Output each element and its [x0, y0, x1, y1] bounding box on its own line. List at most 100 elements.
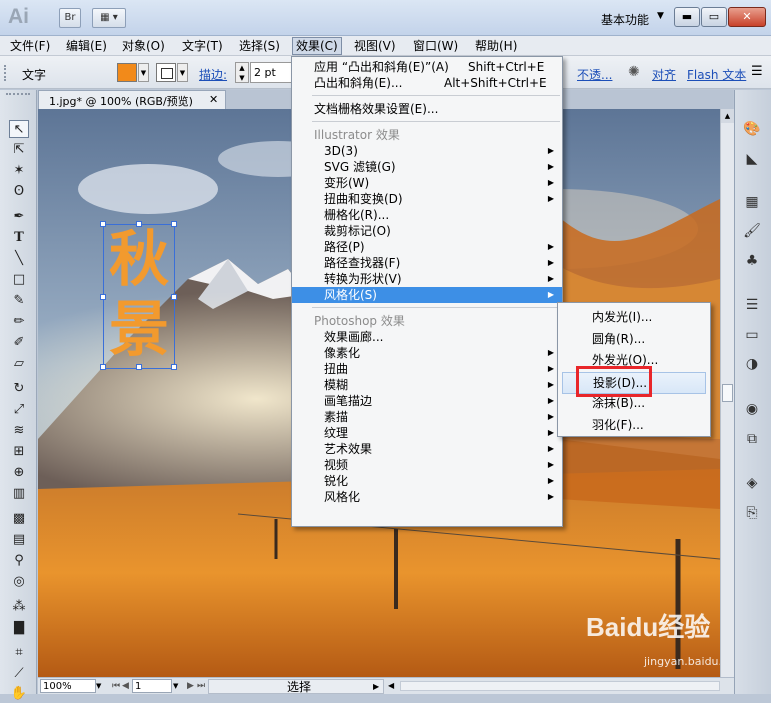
lasso-tool[interactable]: ʘ: [9, 183, 29, 201]
scale-tool[interactable]: ⤢: [9, 401, 29, 419]
menu-object[interactable]: 对象(O): [119, 38, 168, 54]
stroke-stepper[interactable]: ▲ ▼: [235, 62, 249, 83]
rectangle-tool[interactable]: □: [9, 271, 29, 289]
document-tab[interactable]: 1.jpg* @ 100% (RGB/预览) ✕: [38, 90, 226, 109]
transparency-icon[interactable]: ◑: [742, 355, 762, 373]
effect-menu-item[interactable]: 栅格化(R)...: [292, 207, 562, 223]
layers-icon[interactable]: ◈: [742, 474, 762, 492]
artboard-number-field[interactable]: 1: [132, 679, 172, 693]
effect-menu-item[interactable]: 模糊 ▶: [292, 377, 562, 393]
chevron-down-icon[interactable]: ▼: [177, 63, 188, 82]
scroll-up-arrow[interactable]: ▲: [721, 109, 734, 123]
grip-handle[interactable]: [4, 65, 8, 81]
status-menu-arrow[interactable]: ▶: [373, 680, 379, 694]
artboards-icon[interactable]: ⎘: [742, 504, 762, 522]
effect-menu-item[interactable]: 凸出和斜角(E)... Alt+Shift+Ctrl+E: [292, 75, 562, 91]
eyedropper-tool[interactable]: ⚲: [9, 552, 29, 570]
menu-select[interactable]: 选择(S): [236, 38, 283, 54]
line-tool[interactable]: ╲: [9, 250, 29, 268]
panel-grip[interactable]: [6, 93, 30, 97]
effect-menu-item[interactable]: 视频 ▶: [292, 457, 562, 473]
color-panel-icon[interactable]: 🎨: [742, 120, 762, 138]
stylize-menu-item[interactable]: 圆角(R)...: [558, 329, 710, 349]
effect-menu-item[interactable]: 路径(P) ▶: [292, 239, 562, 255]
effect-menu-item[interactable]: 扭曲 ▶: [292, 361, 562, 377]
align-link[interactable]: 对齐: [652, 66, 676, 83]
horizontal-scrollbar[interactable]: [400, 681, 720, 691]
stroke-panel-icon[interactable]: ☰: [742, 296, 762, 314]
bridge-button[interactable]: Br: [59, 8, 81, 28]
direct-selection-tool[interactable]: ⇱: [9, 141, 29, 159]
slice-tool[interactable]: ⟋: [9, 665, 29, 683]
effect-menu-item[interactable]: 画笔描边 ▶: [292, 393, 562, 409]
effect-menu-item[interactable]: 风格化 ▶: [292, 489, 562, 505]
menu-help[interactable]: 帮助(H): [472, 38, 520, 54]
menu-view[interactable]: 视图(V): [351, 38, 399, 54]
scroll-left-arrow[interactable]: ◀: [388, 679, 400, 693]
blend-tool[interactable]: ◎: [9, 573, 29, 591]
paintbrush-tool[interactable]: ✎: [9, 292, 29, 310]
perspective-grid-tool[interactable]: ▥: [9, 485, 29, 503]
menu-file[interactable]: 文件(F): [7, 38, 53, 54]
flash-text-link[interactable]: Flash 文本: [687, 66, 746, 83]
chevron-down-icon[interactable]: ▼: [657, 11, 664, 21]
zoom-field[interactable]: 100%: [40, 679, 96, 693]
effect-menu-item[interactable]: 变形(W) ▶: [292, 175, 562, 191]
minimize-button[interactable]: ▬: [674, 7, 700, 27]
pen-tool[interactable]: ✒: [9, 208, 29, 226]
status-info[interactable]: 选择 ▶: [208, 679, 384, 694]
hand-tool[interactable]: ✋: [9, 685, 29, 703]
warp-tool[interactable]: ≋: [9, 422, 29, 440]
vertical-scrollbar[interactable]: ▲: [720, 109, 734, 677]
effect-menu-item[interactable]: 像素化 ▶: [292, 345, 562, 361]
swatches-icon[interactable]: ▦: [742, 193, 762, 211]
last-artboard-icon[interactable]: ⏭: [197, 679, 205, 694]
gradient-panel-icon[interactable]: ▭: [742, 326, 762, 344]
magic-wand-tool[interactable]: ✶: [9, 162, 29, 180]
gradient-tool[interactable]: ▤: [9, 531, 29, 549]
next-artboard-icon[interactable]: ▶: [187, 679, 194, 694]
previous-artboard-icon[interactable]: ◀: [122, 679, 129, 694]
chevron-down-icon[interactable]: ▼: [138, 63, 149, 82]
selection-tool[interactable]: ↖: [9, 120, 29, 138]
arrange-documents-button[interactable]: ▦ ▾: [92, 8, 126, 28]
effect-menu-item[interactable]: 3D(3) ▶: [292, 143, 562, 159]
effect-menu-item[interactable]: 转换为形状(V) ▶: [292, 271, 562, 287]
effect-menu-item[interactable]: 扭曲和变换(D) ▶: [292, 191, 562, 207]
symbol-sprayer-tool[interactable]: ⁂: [9, 598, 29, 616]
close-button[interactable]: ✕: [728, 7, 766, 27]
chevron-down-icon[interactable]: ▼: [96, 679, 101, 694]
first-artboard-icon[interactable]: ⏮: [112, 679, 120, 694]
opacity-link[interactable]: 不透...: [577, 66, 612, 83]
effect-menu-item[interactable]: 素描 ▶: [292, 409, 562, 425]
effect-menu-item[interactable]: 路径查找器(F) ▶: [292, 255, 562, 271]
close-tab-icon[interactable]: ✕: [209, 93, 218, 106]
effect-menu-item[interactable]: 锐化 ▶: [292, 473, 562, 489]
restore-button[interactable]: ▭: [701, 7, 727, 27]
column-graph-tool[interactable]: ▇: [9, 619, 29, 637]
stroke-weight-field[interactable]: 2 pt: [250, 62, 294, 83]
chevron-down-icon[interactable]: ▼: [173, 679, 178, 694]
effect-menu-item[interactable]: 风格化(S) ▶: [292, 287, 562, 303]
artboard-tool[interactable]: ⌗: [9, 644, 29, 662]
free-transform-tool[interactable]: ⊞: [9, 443, 29, 461]
brushes-icon[interactable]: 🖌: [742, 222, 762, 240]
type-tool[interactable]: T: [9, 229, 29, 247]
menu-edit[interactable]: 编辑(E): [63, 38, 110, 54]
mesh-tool[interactable]: ▩: [9, 510, 29, 528]
rotate-tool[interactable]: ↻: [9, 380, 29, 398]
type-object-bounding-box[interactable]: 秋 景: [100, 221, 177, 370]
effect-menu-item[interactable]: 艺术效果 ▶: [292, 441, 562, 457]
menu-effect[interactable]: 效果(C): [292, 37, 342, 55]
menu-type[interactable]: 文字(T): [179, 38, 226, 54]
effect-menu-item[interactable]: 纹理 ▶: [292, 425, 562, 441]
recolor-artwork-icon[interactable]: ✺: [628, 64, 640, 80]
stroke-color-swatch[interactable]: [156, 63, 176, 82]
stroke-link[interactable]: 描边:: [199, 66, 227, 83]
blob-brush-tool[interactable]: ✐: [9, 334, 29, 352]
symbols-icon[interactable]: ♣: [742, 252, 762, 270]
eraser-tool[interactable]: ▱: [9, 355, 29, 373]
shape-builder-tool[interactable]: ⊕: [9, 464, 29, 482]
effect-menu-item[interactable]: 裁剪标记(O): [292, 223, 562, 239]
fill-color-swatch[interactable]: [117, 63, 137, 82]
